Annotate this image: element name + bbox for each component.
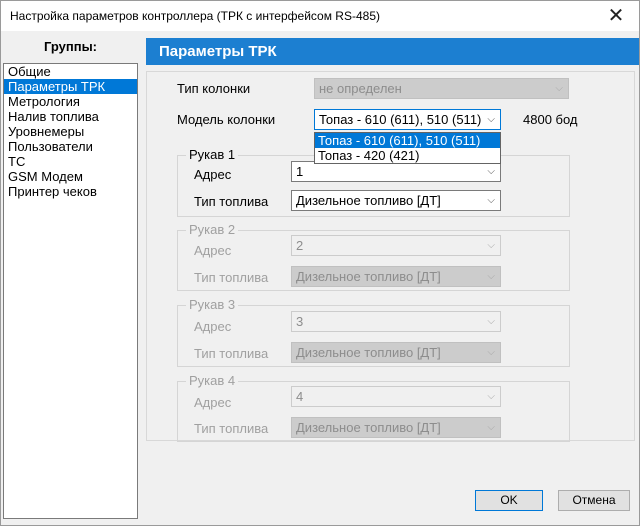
hose-4-address-label: Адрес	[194, 395, 232, 410]
hose-1-title: Рукав 1	[186, 147, 239, 162]
group-item-vehicles[interactable]: ТС	[4, 154, 137, 169]
title-bar: Настройка параметров контроллера (ТРК с …	[1, 1, 639, 31]
chevron-down-icon: ⌵	[487, 166, 495, 177]
hose-2-fuel-label: Тип топлива	[194, 270, 269, 285]
panel-title: Параметры ТРК	[159, 43, 277, 60]
group-item-general[interactable]: Общие	[4, 64, 137, 79]
dropdown-option-topaz-420[interactable]: Топаз - 420 (421)	[315, 148, 500, 163]
hose-4-fuel-label: Тип топлива	[194, 421, 269, 436]
hose-3-address-select[interactable]: 3 ⌵	[291, 311, 501, 332]
cancel-button[interactable]: Отмена	[558, 490, 630, 511]
chevron-down-icon: ⌵	[487, 347, 495, 358]
hose-3-address-value: 3	[296, 314, 304, 329]
pump-model-value: Топаз - 610 (611), 510 (511)	[319, 112, 482, 127]
chevron-down-icon: ⌵	[487, 195, 495, 206]
hose-2-fuel-select[interactable]: Дизельное топливо [ДТ] ⌵	[291, 266, 501, 287]
chevron-down-icon: ⌵	[487, 114, 495, 125]
panel-header: Параметры ТРК	[146, 38, 639, 65]
settings-dialog: Настройка параметров контроллера (ТРК с …	[0, 0, 640, 526]
hose-2-address-label: Адрес	[194, 243, 232, 258]
window-title: Настройка параметров контроллера (ТРК с …	[10, 9, 380, 23]
pump-type-select[interactable]: не определен ⌵	[314, 78, 569, 99]
hose-1-address-select[interactable]: 1 ⌵	[291, 161, 501, 182]
chevron-down-icon: ⌵	[487, 422, 495, 433]
hose-4-address-select[interactable]: 4 ⌵	[291, 386, 501, 407]
dropdown-option-topaz-610[interactable]: Топаз - 610 (611), 510 (511)	[315, 133, 500, 148]
group-item-users[interactable]: Пользователи	[4, 139, 137, 154]
chevron-down-icon: ⌵	[555, 83, 563, 94]
chevron-down-icon: ⌵	[487, 391, 495, 402]
hose-3-fuel-select[interactable]: Дизельное топливо [ДТ] ⌵	[291, 342, 501, 363]
hose-4-address-value: 4	[296, 389, 304, 404]
chevron-down-icon: ⌵	[487, 240, 495, 251]
hose-1-address-value: 1	[296, 164, 304, 179]
pump-model-label: Модель колонки	[177, 112, 276, 127]
hose-2-address-select[interactable]: 2 ⌵	[291, 235, 501, 256]
pump-type-label: Тип колонки	[177, 81, 251, 96]
hose-2-fuel-value: Дизельное топливо [ДТ]	[296, 269, 441, 284]
pump-type-value: не определен	[319, 81, 402, 96]
hose-1-fuel-value: Дизельное топливо [ДТ]	[296, 193, 441, 208]
group-item-pump-params[interactable]: Параметры ТРК	[4, 79, 137, 94]
hose-4-fuel-select[interactable]: Дизельное топливо [ДТ] ⌵	[291, 417, 501, 438]
pump-model-select[interactable]: Топаз - 610 (611), 510 (511) ⌵	[314, 109, 501, 130]
pump-model-dropdown[interactable]: Топаз - 610 (611), 510 (511) Топаз - 420…	[314, 132, 501, 164]
baud-rate-label: 4800 бод	[523, 112, 578, 127]
groups-list[interactable]: Общие Параметры ТРК Метрология Налив топ…	[3, 63, 138, 519]
group-item-receipt-printer[interactable]: Принтер чеков	[4, 184, 137, 199]
hose-1-fuel-select[interactable]: Дизельное топливо [ДТ] ⌵	[291, 190, 501, 211]
group-item-level-gauges[interactable]: Уровнемеры	[4, 124, 137, 139]
hose-1-address-label: Адрес	[194, 167, 232, 182]
hose-3-address-label: Адрес	[194, 319, 232, 334]
group-item-fuel-dispensing[interactable]: Налив топлива	[4, 109, 137, 124]
group-item-metrology[interactable]: Метрология	[4, 94, 137, 109]
hose-4-title: Рукав 4	[186, 373, 239, 388]
groups-header: Группы:	[43, 39, 97, 54]
group-item-gsm-modem[interactable]: GSM Модем	[4, 169, 137, 184]
hose-1-fuel-label: Тип топлива	[194, 194, 269, 209]
close-icon[interactable]: ✕	[593, 1, 639, 31]
hose-4-fuel-value: Дизельное топливо [ДТ]	[296, 420, 441, 435]
hose-3-fuel-label: Тип топлива	[194, 346, 269, 361]
chevron-down-icon: ⌵	[487, 271, 495, 282]
hose-2-title: Рукав 2	[186, 222, 239, 237]
hose-3-title: Рукав 3	[186, 297, 239, 312]
ok-button[interactable]: OK	[475, 490, 543, 511]
hose-3-fuel-value: Дизельное топливо [ДТ]	[296, 345, 441, 360]
chevron-down-icon: ⌵	[487, 316, 495, 327]
hose-2-address-value: 2	[296, 238, 304, 253]
